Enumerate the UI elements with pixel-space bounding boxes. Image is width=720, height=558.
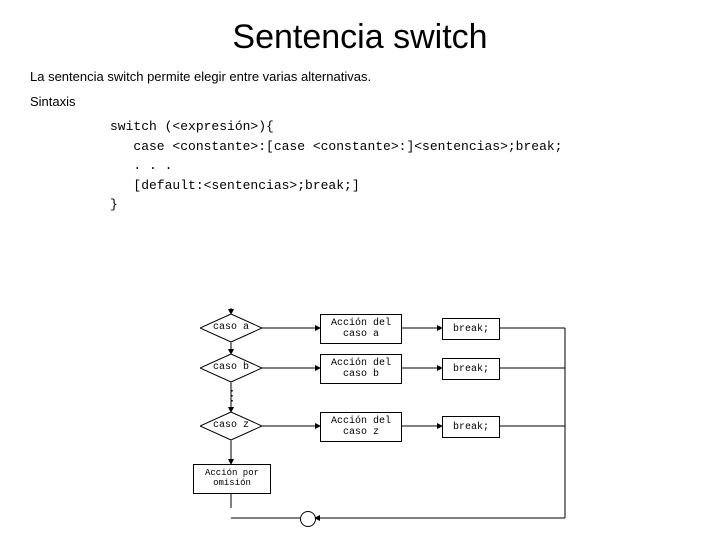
action-box-z: Acción del caso z xyxy=(320,412,402,442)
code-line: . . . xyxy=(110,158,172,173)
code-block: switch (<expresión>){ case <constante>:[… xyxy=(110,117,720,215)
code-line: [default:<sentencias>;break;] xyxy=(110,178,360,193)
page-title: Sentencia switch xyxy=(0,18,720,57)
code-line: } xyxy=(110,197,118,212)
flow-diagram: caso a caso b ⋮ caso z Acción del caso a… xyxy=(170,308,610,538)
diamond-caso-b xyxy=(200,354,262,382)
merge-circle xyxy=(300,511,316,527)
action-box-b: Acción del caso b xyxy=(320,354,402,384)
default-action-box: Acción por omisión xyxy=(193,464,271,494)
diamond-caso-z xyxy=(200,412,262,440)
code-line: switch (<expresión>){ xyxy=(110,119,274,134)
break-box-z: break; xyxy=(442,416,500,438)
vertical-dots: ⋮ xyxy=(225,388,239,405)
intro-text: La sentencia switch permite elegir entre… xyxy=(30,69,720,84)
diamond-caso-a xyxy=(200,314,262,342)
action-box-a: Acción del caso a xyxy=(320,314,402,344)
break-box-b: break; xyxy=(442,358,500,380)
code-line: case <constante>:[case <constante>:]<sen… xyxy=(110,139,562,154)
break-box-a: break; xyxy=(442,318,500,340)
sintaxis-label: Sintaxis xyxy=(30,94,720,109)
